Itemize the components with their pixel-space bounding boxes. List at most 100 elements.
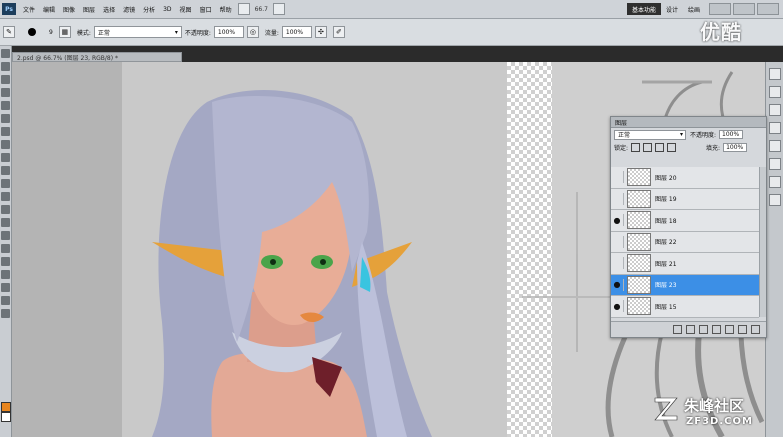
airbrush-icon[interactable]: ✣: [314, 26, 327, 38]
menu-edit[interactable]: 编辑: [39, 0, 59, 18]
visibility-toggle[interactable]: [611, 235, 624, 248]
document-tab[interactable]: 2.psd @ 66.7% (图层 23, RGB/8) *: [12, 52, 182, 62]
link-layers-icon[interactable]: [673, 325, 682, 334]
zoom-tool-icon[interactable]: [1, 309, 10, 318]
menu-help[interactable]: 帮助: [216, 0, 236, 18]
menu-3d[interactable]: 3D: [159, 0, 175, 18]
opacity-input[interactable]: 100%: [213, 26, 244, 38]
layer-row[interactable]: ● 图层 18: [611, 210, 759, 232]
move-tool-icon[interactable]: [1, 49, 10, 58]
tablet-pressure-icon[interactable]: ✐: [332, 26, 345, 38]
brush-tool-icon[interactable]: [1, 140, 10, 149]
gradient-tool-icon[interactable]: [1, 192, 10, 201]
lock-position-icon[interactable]: [655, 143, 665, 152]
color-panel-icon[interactable]: [769, 68, 781, 80]
layer-name: 图层 18: [655, 217, 677, 225]
menu-file[interactable]: 文件: [19, 0, 39, 18]
mode-select[interactable]: 正常 ▾: [93, 26, 182, 38]
opacity-pressure-icon[interactable]: ◎: [246, 26, 259, 38]
workspace-essentials[interactable]: 基本功能: [626, 3, 661, 15]
visibility-toggle[interactable]: [611, 171, 624, 184]
paths-panel-icon[interactable]: [769, 176, 781, 188]
layer-name: 图层 20: [655, 174, 677, 182]
blend-mode-select[interactable]: 正常 ▾: [614, 129, 686, 140]
shape-tool-icon[interactable]: [1, 270, 10, 279]
layer-row[interactable]: 图层 21: [611, 253, 759, 275]
layer-style-icon[interactable]: [686, 325, 695, 334]
swatches-panel-icon[interactable]: [769, 86, 781, 98]
background-color-swatch[interactable]: [1, 412, 11, 422]
new-group-icon[interactable]: [725, 325, 734, 334]
layer-row[interactable]: ● 图层 15: [611, 296, 759, 318]
chevron-down-icon: ▾: [679, 131, 683, 138]
close-icon[interactable]: [757, 3, 779, 15]
launch-bridge-button[interactable]: [237, 3, 250, 15]
channels-panel-icon[interactable]: [769, 158, 781, 170]
visibility-toggle[interactable]: ●: [611, 214, 624, 227]
history-panel-icon[interactable]: [769, 194, 781, 206]
workspace-design[interactable]: 设计: [661, 3, 683, 15]
menu-select[interactable]: 选择: [99, 0, 119, 18]
3d-rotate-tool-icon[interactable]: [1, 283, 10, 292]
menu-analysis[interactable]: 分析: [139, 0, 159, 18]
layer-thumbnail: [627, 232, 651, 251]
mode-label: 模式:: [76, 29, 91, 37]
history-brush-tool-icon[interactable]: [1, 166, 10, 175]
layer-row[interactable]: 图层 22: [611, 231, 759, 253]
new-layer-icon[interactable]: [738, 325, 747, 334]
brush-tool-icon[interactable]: ✎: [3, 26, 15, 38]
adjustment-layer-icon[interactable]: [712, 325, 721, 334]
visibility-toggle[interactable]: ●: [611, 300, 624, 313]
layer-row-selected[interactable]: ● 图层 23: [611, 274, 759, 296]
menu-window[interactable]: 窗口: [196, 0, 216, 18]
visibility-toggle[interactable]: ●: [611, 278, 624, 291]
zoom-level[interactable]: 66.7: [252, 6, 271, 13]
workspace-painting[interactable]: 绘画: [683, 3, 705, 15]
maximize-icon[interactable]: [733, 3, 755, 15]
add-mask-icon[interactable]: [699, 325, 708, 334]
layer-opacity-input[interactable]: 100%: [719, 130, 744, 139]
flow-input[interactable]: 100%: [281, 26, 312, 38]
layer-thumbnail: [627, 189, 651, 208]
adjustments-panel-icon[interactable]: [769, 104, 781, 116]
lock-transparency-icon[interactable]: [631, 143, 641, 152]
dodge-tool-icon[interactable]: [1, 218, 10, 227]
blur-tool-icon[interactable]: [1, 205, 10, 214]
layers-list: 图层 20 图层 19 ● 图层 18 图层 22 图层 21 ● 图层 23: [611, 167, 759, 318]
lock-all-icon[interactable]: [667, 143, 677, 152]
healing-tool-icon[interactable]: [1, 127, 10, 136]
visibility-toggle[interactable]: [611, 257, 624, 270]
crop-tool-icon[interactable]: [1, 101, 10, 110]
layers-scrollbar[interactable]: [759, 167, 766, 317]
visibility-toggle[interactable]: [611, 192, 624, 205]
zf3d-logo-icon: [654, 397, 678, 421]
trash-icon[interactable]: [751, 325, 760, 334]
path-select-tool-icon[interactable]: [1, 257, 10, 266]
masks-panel-icon[interactable]: [769, 122, 781, 134]
menu-view[interactable]: 视图: [176, 0, 196, 18]
opacity-label: 不透明度:: [184, 29, 211, 37]
layer-row[interactable]: 图层 20: [611, 167, 759, 189]
foreground-color-swatch[interactable]: [1, 402, 11, 412]
eyedropper-tool-icon[interactable]: [1, 114, 10, 123]
layer-row[interactable]: 图层 19: [611, 188, 759, 210]
eraser-tool-icon[interactable]: [1, 179, 10, 188]
fill-input[interactable]: 100%: [723, 143, 748, 152]
pen-tool-icon[interactable]: [1, 231, 10, 240]
type-tool-icon[interactable]: [1, 244, 10, 253]
marquee-tool-icon[interactable]: [1, 62, 10, 71]
hand-tool-icon[interactable]: [1, 296, 10, 305]
brush-panel-icon[interactable]: ▦: [58, 26, 71, 38]
menu-image[interactable]: 图像: [59, 0, 79, 18]
minimize-icon[interactable]: [709, 3, 731, 15]
layers-panel-title[interactable]: 图层: [611, 117, 766, 128]
menu-filter[interactable]: 滤镜: [119, 0, 139, 18]
layers-panel-icon[interactable]: [769, 140, 781, 152]
quick-select-tool-icon[interactable]: [1, 88, 10, 97]
menu-layer[interactable]: 图层: [79, 0, 99, 18]
lasso-tool-icon[interactable]: [1, 75, 10, 84]
arrange-documents-button[interactable]: [272, 3, 285, 15]
brush-preset-picker[interactable]: [22, 22, 42, 42]
lock-pixels-icon[interactable]: [643, 143, 653, 152]
clone-stamp-tool-icon[interactable]: [1, 153, 10, 162]
